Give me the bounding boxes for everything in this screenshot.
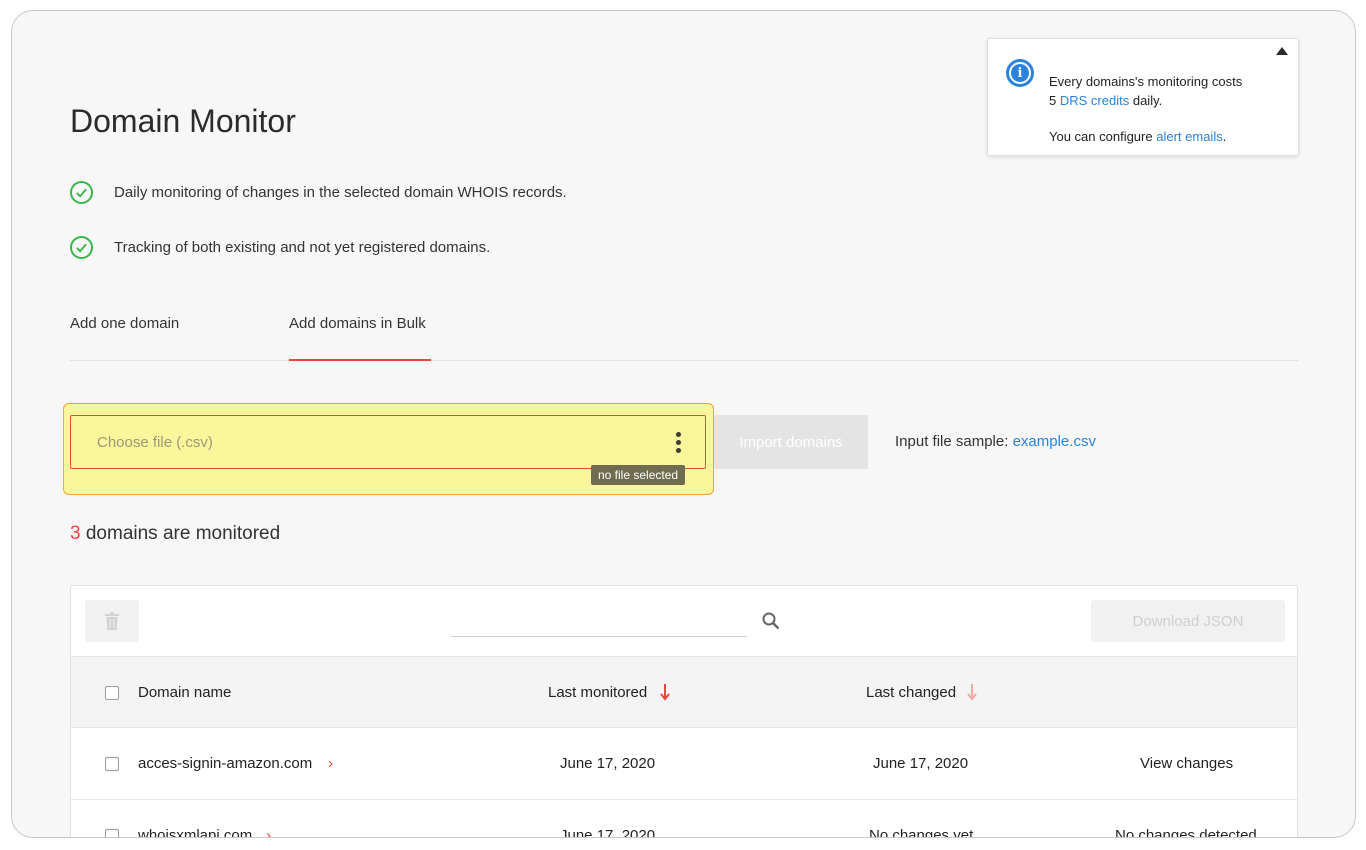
info-alert-line: You can configure alert emails. (1049, 129, 1226, 144)
last-monitored-cell: June 17, 2020 (560, 827, 656, 838)
delete-button[interactable] (85, 600, 139, 642)
alert-emails-link[interactable]: alert emails (1156, 129, 1222, 144)
info-credits-number: 5 (1049, 93, 1057, 108)
import-domains-button[interactable]: Import domains (714, 415, 868, 469)
row-checkbox[interactable] (105, 829, 119, 837)
monitored-count: 3 domains are monitored (70, 523, 280, 545)
search-input[interactable] (451, 610, 747, 636)
feature-item: Daily monitoring of changes in the selec… (70, 181, 567, 204)
sort-arrow-icon[interactable] (967, 683, 977, 701)
input-file-sample: Input file sample: example.csv (895, 433, 1096, 450)
monitored-count-text: domains are monitored (85, 523, 281, 544)
choose-file-input[interactable]: Choose file (.csv) (70, 415, 706, 469)
domain-name-cell[interactable]: acces-signin-amazon.com (138, 755, 312, 772)
drs-credits-link[interactable]: DRS credits (1060, 93, 1129, 108)
check-circle-icon (70, 181, 93, 204)
domain-name-cell[interactable]: whoisxmlapi.com (138, 827, 252, 837)
last-changed-cell: No changes yet (869, 827, 974, 838)
feature-text: Tracking of both existing and not yet re… (114, 239, 491, 256)
domains-table: Download JSON Domain name Last monitored… (70, 585, 1298, 838)
sort-arrow-icon[interactable] (660, 683, 670, 701)
trash-icon (105, 612, 119, 630)
chevron-right-icon[interactable]: › (266, 827, 271, 837)
table-row: acces-signin-amazon.com › June 17, 2020 … (71, 728, 1297, 800)
info-credits-line: 5 DRS credits daily. (1049, 93, 1162, 108)
page-title: Domain Monitor (70, 103, 296, 139)
no-file-tooltip: no file selected (591, 465, 686, 485)
tab-bar: Add one domain Add domains in Bulk (70, 311, 1298, 361)
no-changes-detected-text: No changes detected (1115, 827, 1257, 838)
active-tab-indicator (289, 359, 431, 361)
table-row: whoisxmlapi.com › June 17, 2020 No chang… (71, 800, 1297, 838)
view-changes-link[interactable]: View changes (1140, 755, 1233, 772)
last-monitored-cell: June 17, 2020 (560, 755, 656, 772)
header-last-monitored[interactable]: Last monitored (548, 684, 647, 701)
table-header: Domain name Last monitored Last changed (71, 656, 1297, 728)
info-credits-suffix: daily. (1132, 93, 1163, 108)
feature-text: Daily monitoring of changes in the selec… (114, 184, 567, 201)
download-json-button[interactable]: Download JSON (1091, 600, 1285, 642)
last-changed-cell: June 17, 2020 (873, 755, 969, 772)
header-last-changed[interactable]: Last changed (866, 684, 956, 701)
info-card: i Every domains's monitoring costs 5 DRS… (987, 38, 1299, 156)
tab-add-one-domain[interactable]: Add one domain (70, 315, 179, 332)
collapse-caret-icon[interactable] (1276, 47, 1288, 55)
select-all-checkbox[interactable] (105, 686, 119, 700)
row-checkbox[interactable] (105, 757, 119, 771)
info-icon: i (1006, 59, 1034, 87)
header-domain-name: Domain name (138, 684, 232, 701)
example-csv-link[interactable]: example.csv (1013, 433, 1096, 450)
tab-add-domains-bulk[interactable]: Add domains in Bulk (289, 315, 426, 332)
app-window: Domain Monitor i Every domains's monitor… (11, 10, 1356, 838)
search-underline (451, 636, 747, 637)
info-cost-line: Every domains's monitoring costs (1049, 74, 1243, 89)
feature-item: Tracking of both existing and not yet re… (70, 236, 490, 259)
monitored-count-number: 3 (70, 523, 81, 544)
chevron-right-icon[interactable]: › (328, 755, 333, 772)
check-circle-icon (70, 236, 93, 259)
sample-label: Input file sample: (895, 433, 1009, 450)
info-alert-prefix: You can configure (1049, 129, 1153, 144)
search-icon[interactable] (762, 612, 780, 630)
info-alert-suffix: . (1222, 129, 1227, 144)
kebab-menu-icon[interactable] (676, 432, 682, 454)
